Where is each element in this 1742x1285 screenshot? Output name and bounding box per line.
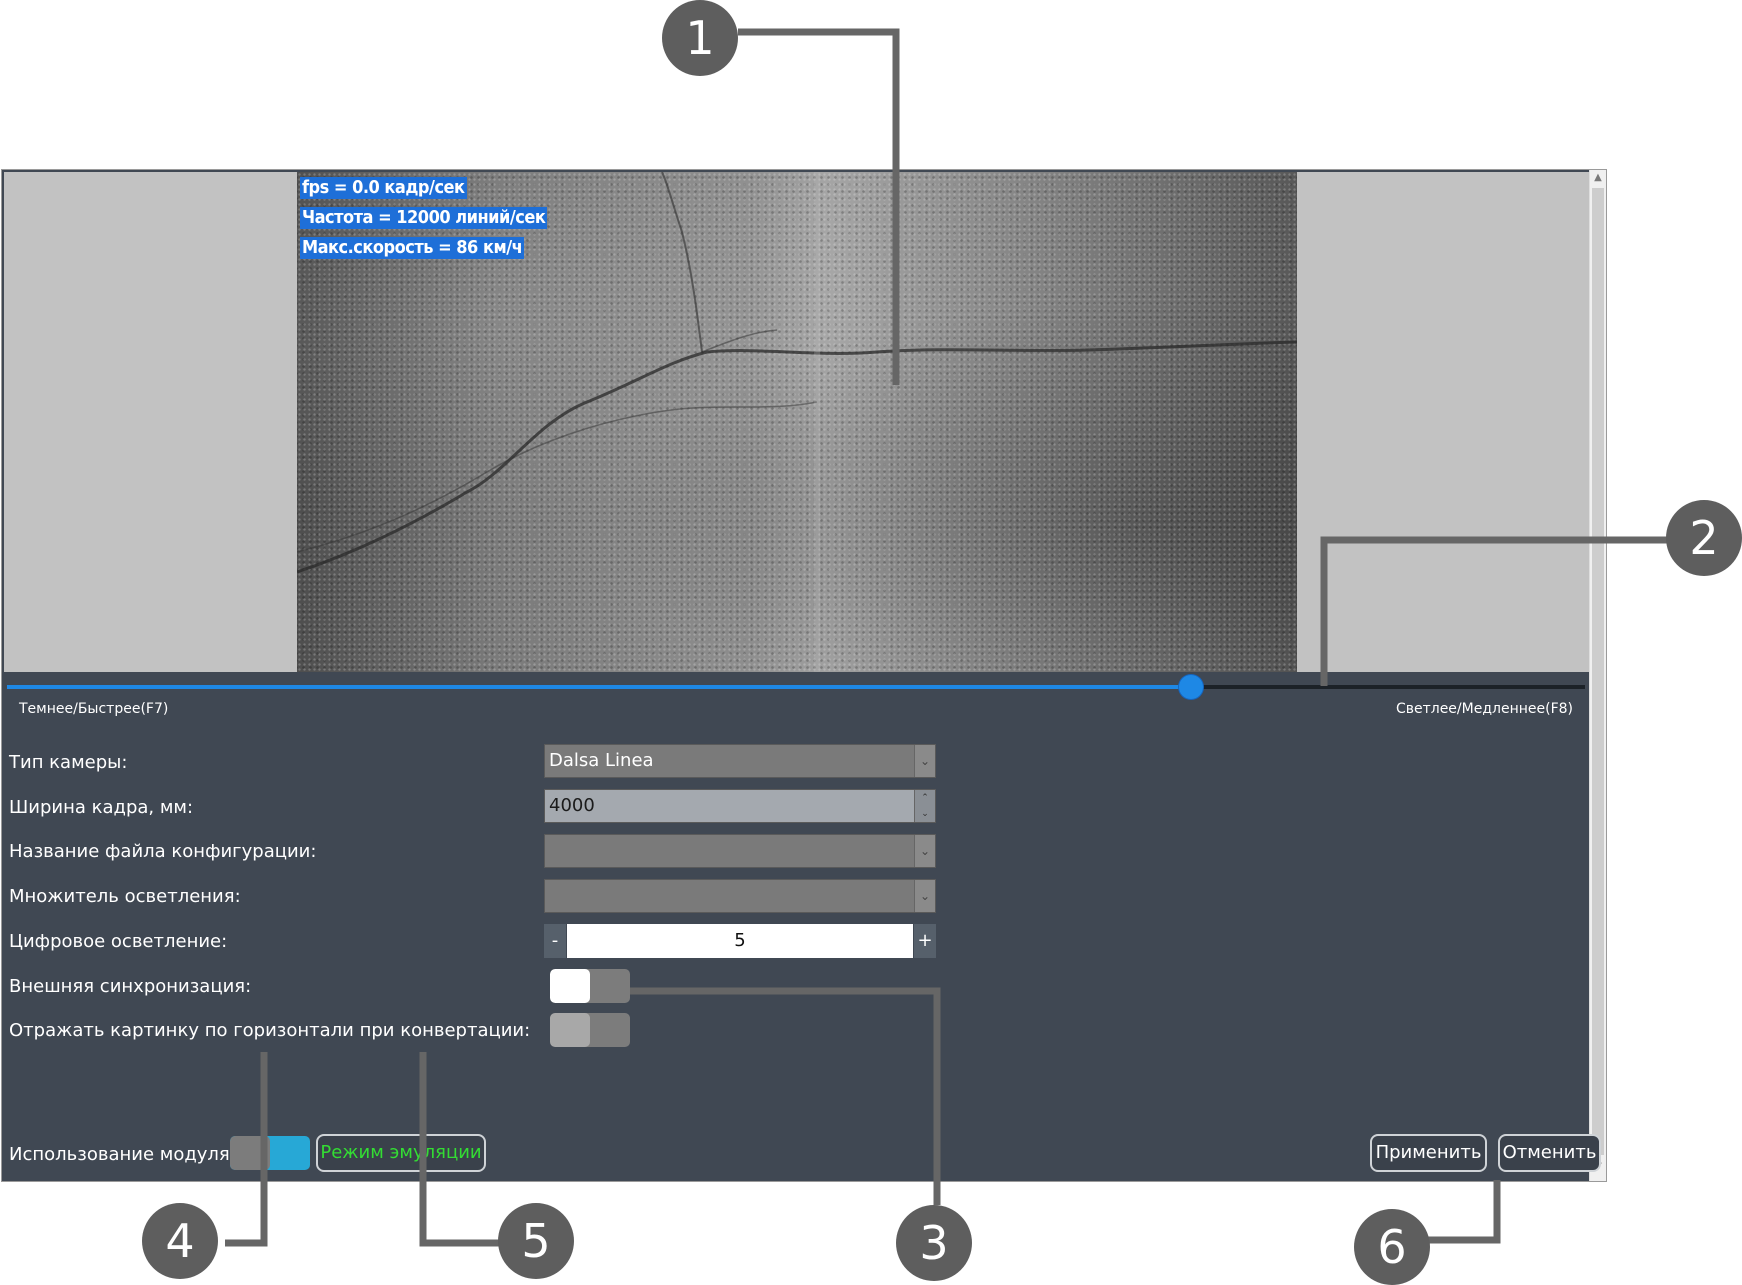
slider-right-label: Светлее/Медленнее(F8)	[1395, 701, 1573, 717]
mirror-label: Отражать картинку по горизонтали при кон…	[9, 1020, 531, 1041]
external-sync-toggle[interactable]	[550, 969, 630, 1003]
frame-width-input[interactable]: 4000 ⌃ ⌄	[544, 789, 936, 823]
vertical-scrollbar[interactable]: ▲ ▼	[1589, 170, 1606, 1181]
brightness-multiplier-label: Множитель осветления:	[9, 886, 241, 907]
toggle-knob	[550, 1013, 590, 1047]
external-sync-label: Внешняя синхронизация:	[9, 976, 252, 997]
frame-width-label: Ширина кадра, мм:	[9, 797, 194, 818]
cancel-button[interactable]: Отменить	[1498, 1134, 1601, 1172]
callout-badge-3: 3	[896, 1205, 972, 1281]
slider-thumb[interactable]	[1178, 675, 1203, 699]
chevron-down-icon[interactable]: ⌄	[914, 835, 935, 867]
digital-brightening-value[interactable]: 5	[567, 924, 913, 958]
camera-image: fps = 0.0 кадр/сек Частота = 12000 линий…	[297, 172, 1297, 672]
increment-button[interactable]: +	[914, 924, 936, 958]
scroll-thumb[interactable]	[1592, 188, 1604, 1155]
callout-badge-5: 5	[498, 1203, 574, 1279]
toggle-knob	[550, 969, 590, 1003]
chevron-down-icon[interactable]: ⌄	[914, 745, 935, 777]
frequency-readout: Частота = 12000 линий/сек	[300, 207, 548, 229]
digital-brightening-label: Цифровое осветление:	[9, 931, 228, 952]
frame-width-value: 4000	[549, 795, 595, 816]
chevron-down-icon[interactable]: ⌄	[914, 880, 935, 912]
module-usage-toggle[interactable]	[230, 1136, 310, 1170]
slider-fill	[7, 685, 1191, 689]
module-usage-label: Использование модуля	[9, 1144, 230, 1165]
brightness-multiplier-select[interactable]: ⌄	[544, 879, 936, 913]
decrement-button[interactable]: -	[544, 924, 566, 958]
emulation-mode-button[interactable]: Режим эмуляции	[316, 1134, 486, 1172]
digital-brightening-stepper[interactable]: - 5 +	[544, 924, 936, 958]
callout-badge-1: 1	[662, 0, 738, 76]
apply-button[interactable]: Применить	[1370, 1134, 1487, 1172]
frame-width-spinner[interactable]: ⌃ ⌄	[914, 790, 935, 822]
config-file-label: Название файла конфигурации:	[9, 841, 317, 862]
camera-type-label: Тип камеры:	[9, 752, 128, 773]
spin-down-icon[interactable]: ⌄	[915, 806, 935, 822]
callout-badge-6: 6	[1354, 1209, 1430, 1285]
spin-up-icon[interactable]: ⌃	[915, 790, 935, 806]
preview-area: fps = 0.0 кадр/сек Частота = 12000 линий…	[4, 172, 1589, 672]
mirror-toggle[interactable]	[550, 1013, 630, 1047]
scroll-up-icon[interactable]: ▲	[1590, 170, 1606, 186]
callout-badge-4: 4	[142, 1203, 218, 1279]
config-file-select[interactable]: ⌄	[544, 834, 936, 868]
max-speed-readout: Макс.скорость = 86 км/ч	[300, 237, 525, 259]
camera-type-select[interactable]: Dalsa Linea ⌄	[544, 744, 936, 778]
slider-left-label: Темнее/Быстрее(F7)	[19, 701, 169, 717]
fps-readout: fps = 0.0 кадр/сек	[300, 177, 467, 199]
camera-settings-window: fps = 0.0 кадр/сек Частота = 12000 линий…	[1, 169, 1607, 1182]
toggle-knob	[230, 1136, 270, 1170]
callout-badge-2: 2	[1666, 500, 1742, 576]
brightness-speed-slider[interactable]	[7, 675, 1585, 699]
camera-type-value: Dalsa Linea	[549, 750, 654, 771]
